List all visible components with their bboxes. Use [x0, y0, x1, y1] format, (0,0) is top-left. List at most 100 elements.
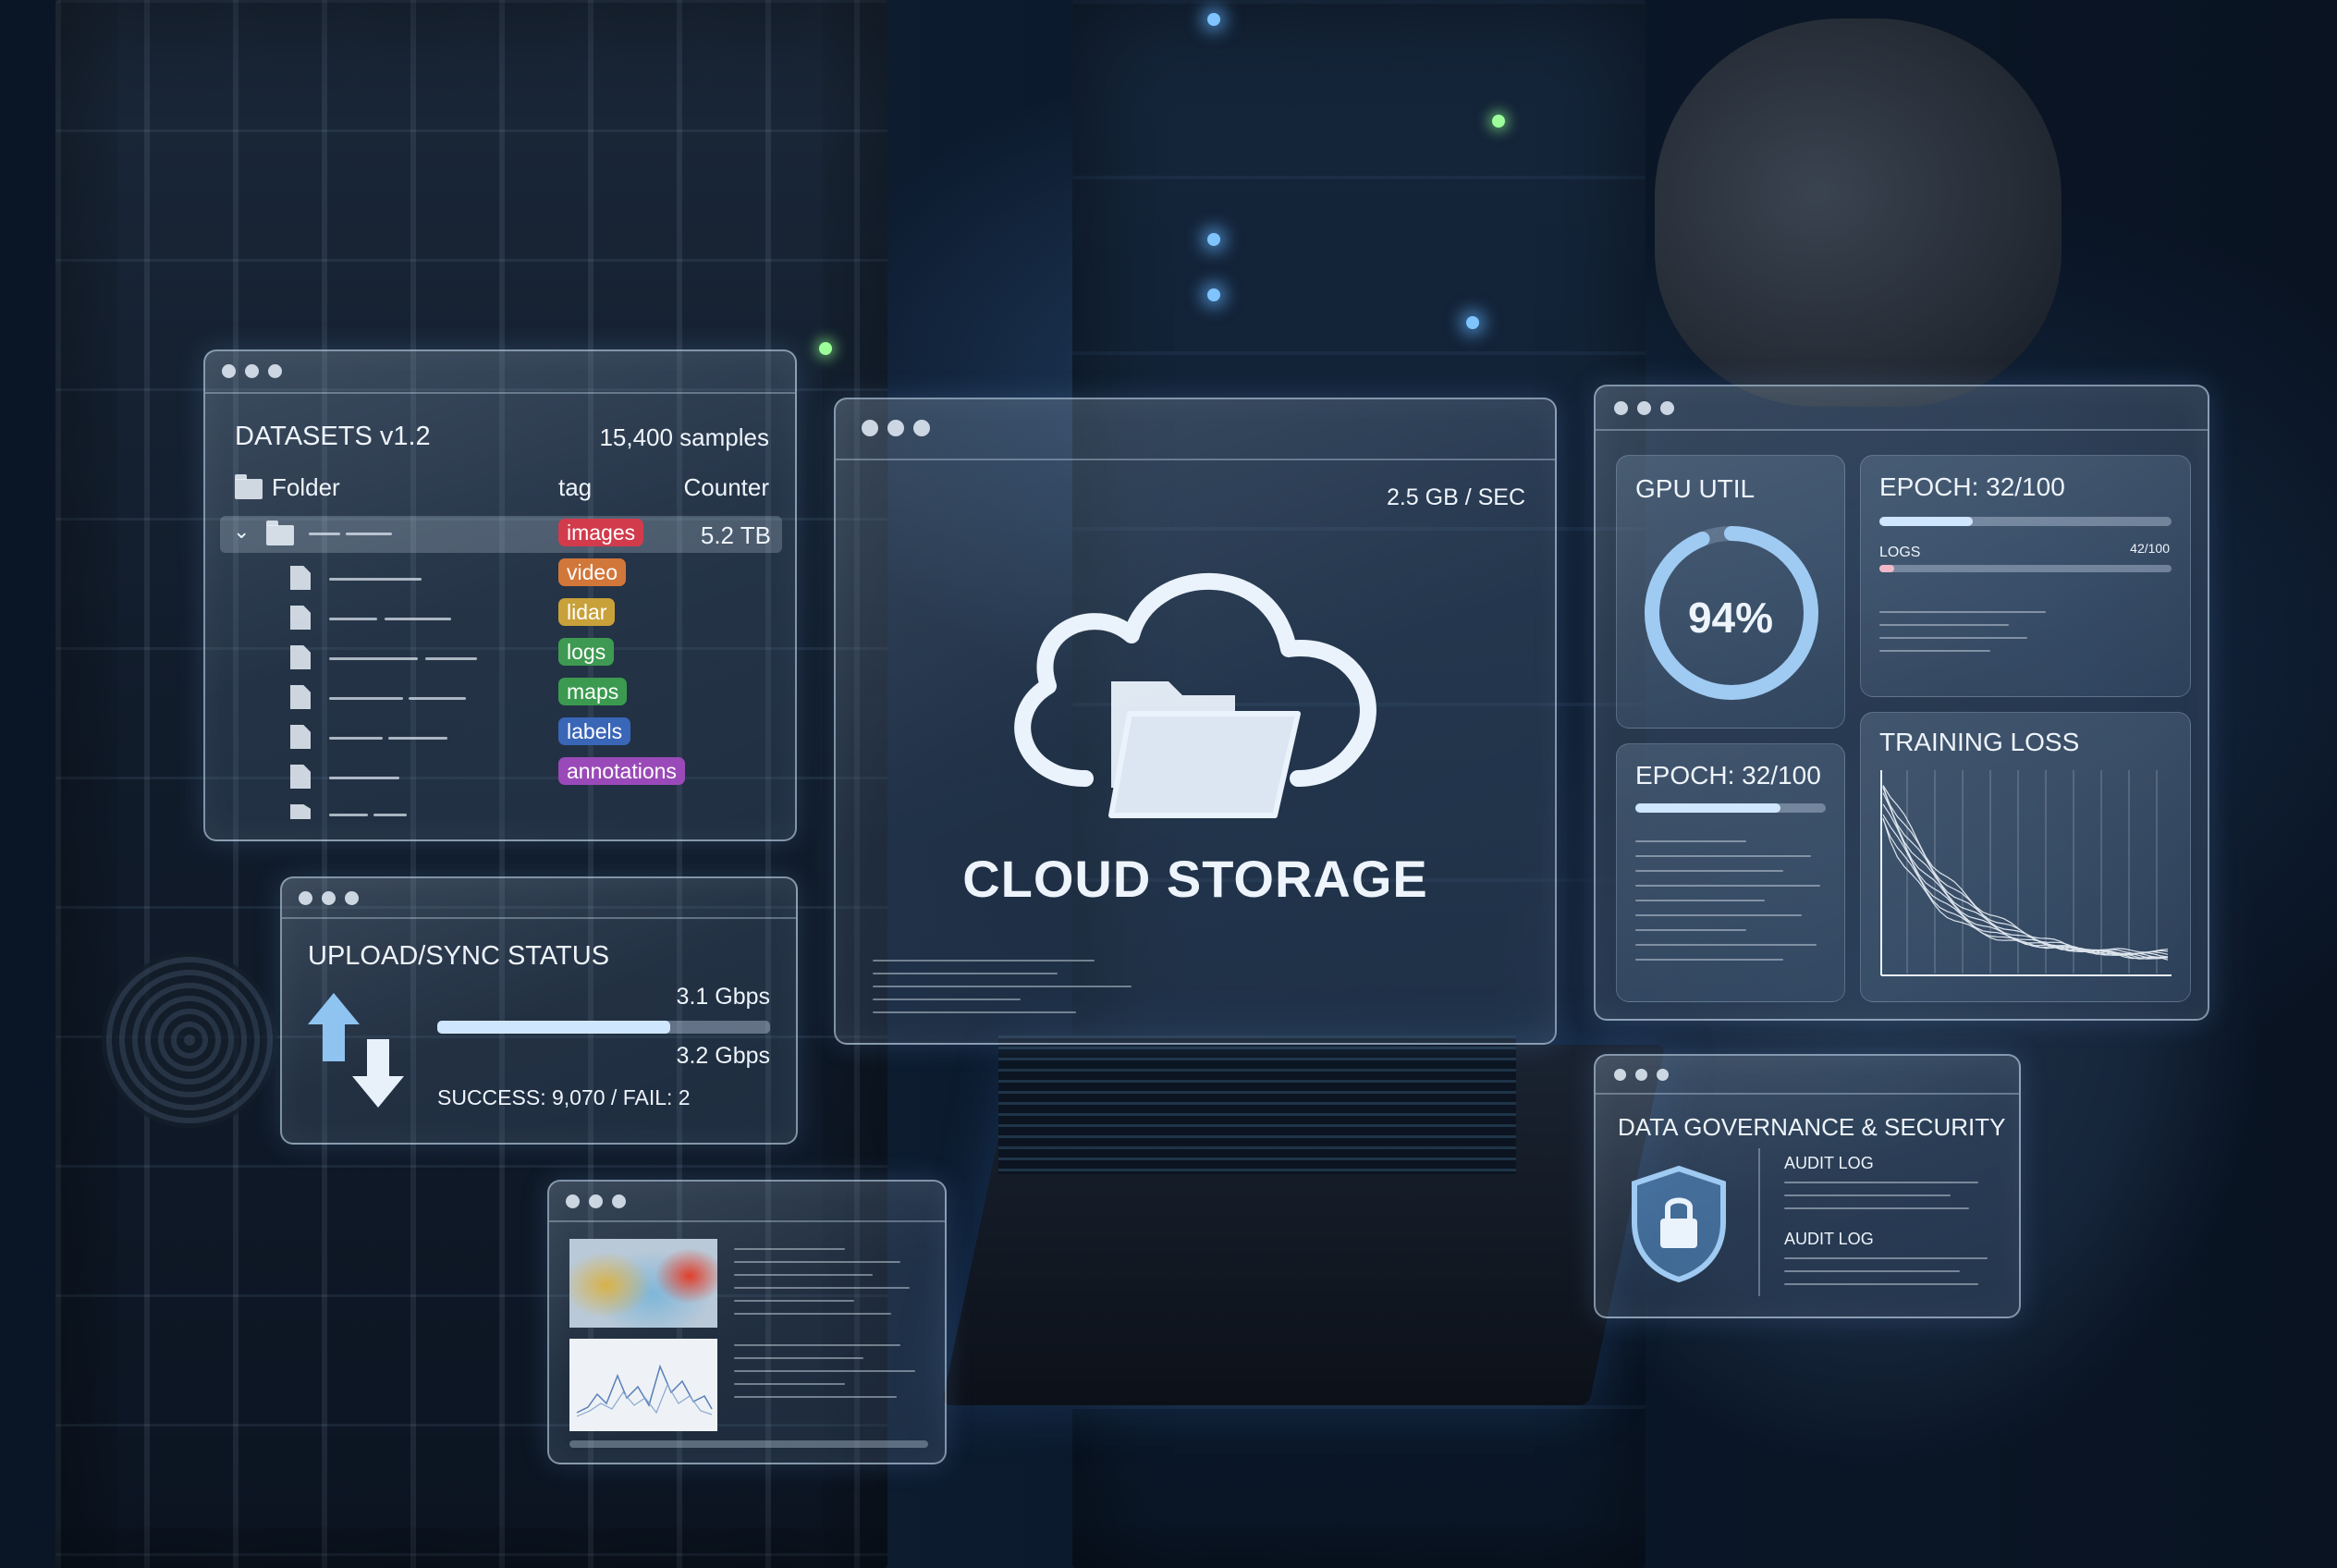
window-dot[interactable]: [1614, 1069, 1626, 1081]
redacted-name: [329, 578, 422, 581]
loss-curve: [1882, 786, 2169, 960]
epoch-detail-title: EPOCH: 32/100: [1635, 761, 1821, 790]
dataset-row-selected[interactable]: ⌄ 5.2 TB: [220, 516, 782, 553]
rack-fan: [102, 952, 277, 1128]
window-dot[interactable]: [589, 1194, 603, 1208]
shield-lock-icon: [1632, 1165, 1726, 1283]
status-led: [1492, 115, 1505, 128]
title-bar-divider: [836, 459, 1555, 460]
column-header-counter[interactable]: Counter: [684, 473, 770, 502]
redacted-text: [1635, 914, 1802, 916]
window-dot[interactable]: [566, 1194, 580, 1208]
redacted-text: [1784, 1257, 1988, 1259]
window-controls[interactable]: [222, 364, 282, 378]
window-dot[interactable]: [1614, 401, 1628, 415]
file-icon: [290, 804, 311, 819]
redacted-text: [1784, 1194, 1951, 1196]
status-led: [819, 342, 832, 355]
redacted-text: [1879, 611, 2046, 613]
upload-sync-window: UPLOAD/SYNC STATUS 3.1 Gbps 3.2 Gbps SUC…: [280, 876, 798, 1145]
throughput-rate: 2.5 GB / SEC: [1386, 484, 1525, 510]
redacted-text: [1635, 959, 1783, 961]
file-icon: [290, 566, 311, 590]
folder-icon: [235, 474, 263, 499]
redacted-text: [873, 1011, 1076, 1013]
file-icon: [290, 725, 311, 749]
redacted-text: [1784, 1207, 1969, 1209]
redacted-name: [329, 618, 377, 620]
technician-head: [1655, 18, 2062, 407]
training-loss-title: TRAINING LOSS: [1879, 728, 2080, 756]
tag-video[interactable]: video: [558, 558, 626, 586]
window-dot[interactable]: [268, 364, 282, 378]
gpu-util-card: GPU UTIL 94%: [1616, 455, 1845, 729]
redacted-text: [734, 1396, 897, 1398]
line-chart-thumbnail[interactable]: [569, 1339, 717, 1431]
training-loss-chart[interactable]: [1879, 770, 2173, 985]
gpu-util-value: 94%: [1687, 594, 1774, 642]
tag-lidar[interactable]: lidar: [558, 598, 616, 626]
cloud-storage-title: CLOUD STORAGE: [962, 850, 1428, 908]
window-dot[interactable]: [913, 420, 930, 436]
audit-log-heading[interactable]: AUDIT LOG: [1784, 1154, 1874, 1173]
redacted-text: [734, 1313, 891, 1315]
epoch-title: EPOCH: 32/100: [1879, 472, 2065, 501]
window-controls[interactable]: [1614, 401, 1674, 415]
window-dot[interactable]: [245, 364, 259, 378]
redacted-text: [734, 1383, 845, 1385]
file-icon: [290, 685, 311, 709]
governance-title: DATA GOVERNANCE & SECURITY: [1618, 1113, 2006, 1141]
chevron-down-icon[interactable]: ⌄: [233, 520, 250, 544]
title-bar-divider: [1596, 1093, 2019, 1095]
status-led: [1207, 13, 1220, 26]
tag-maps[interactable]: maps: [558, 678, 628, 705]
loss-curve: [1882, 785, 2169, 961]
status-led: [1207, 233, 1220, 246]
window-dot[interactable]: [222, 364, 236, 378]
window-dot[interactable]: [887, 420, 904, 436]
redacted-name: [309, 533, 340, 535]
redacted-name: [329, 697, 403, 700]
window-controls[interactable]: [862, 420, 930, 436]
column-header-tag[interactable]: tag: [558, 473, 592, 502]
logs-label: LOGS: [1879, 545, 1921, 560]
window-controls[interactable]: [299, 891, 359, 905]
redacted-text: [734, 1357, 863, 1359]
tag-images[interactable]: images: [558, 519, 644, 546]
gpu-util-title: GPU UTIL: [1635, 474, 1756, 503]
window-dot[interactable]: [612, 1194, 626, 1208]
window-dot[interactable]: [299, 891, 312, 905]
data-governance-window: DATA GOVERNANCE & SECURITY AUDIT LOG AUD…: [1594, 1054, 2021, 1318]
redacted-text: [734, 1287, 910, 1289]
tag-logs[interactable]: logs: [558, 638, 615, 666]
window-dot[interactable]: [1657, 1069, 1669, 1081]
redacted-text: [1879, 637, 2027, 639]
heatmap-thumbnail[interactable]: [569, 1239, 717, 1328]
redacted-text: [734, 1370, 915, 1372]
tag-annotations[interactable]: annotations: [558, 757, 685, 785]
window-dot[interactable]: [322, 891, 336, 905]
status-led: [1466, 316, 1479, 329]
redacted-text: [1879, 624, 2009, 626]
datasets-window: DATASETS v1.2 15,400 samples Folder tag …: [203, 349, 797, 841]
redacted-text: [734, 1274, 873, 1276]
horizontal-scrollbar[interactable]: [569, 1440, 928, 1448]
redacted-name: [385, 618, 451, 620]
tag-labels[interactable]: labels: [558, 717, 631, 745]
window-controls[interactable]: [566, 1194, 626, 1208]
window-dot[interactable]: [1637, 401, 1651, 415]
loss-curve: [1882, 817, 2169, 953]
training-loss-card: TRAINING LOSS: [1860, 712, 2191, 1002]
window-dot[interactable]: [862, 420, 878, 436]
redacted-text: [1635, 855, 1811, 857]
column-header-folder[interactable]: Folder: [272, 473, 340, 502]
file-icon: [290, 606, 311, 630]
window-dot[interactable]: [1635, 1069, 1647, 1081]
window-controls[interactable]: [1614, 1069, 1669, 1081]
window-dot[interactable]: [1660, 401, 1674, 415]
divider: [1758, 1148, 1760, 1296]
redacted-name: [425, 657, 477, 660]
audit-log-heading[interactable]: AUDIT LOG: [1784, 1230, 1874, 1249]
title-bar-divider: [549, 1220, 945, 1222]
window-dot[interactable]: [345, 891, 359, 905]
